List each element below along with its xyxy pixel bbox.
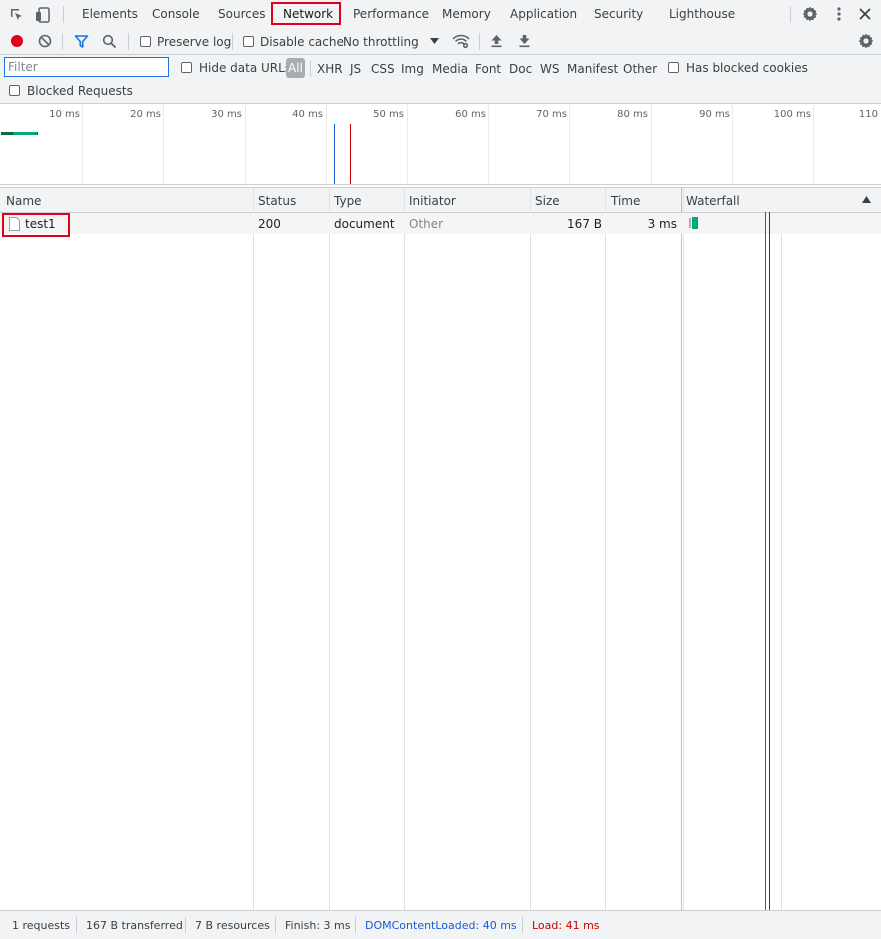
requests-table-header: Name Status Type Initiator Size Time Wat… <box>0 187 881 213</box>
overview-request-bar-wait <box>13 132 37 135</box>
tab-application[interactable]: Application <box>510 7 577 21</box>
waterfall-load-line <box>769 212 770 910</box>
network-summary-bar: 1 requests 167 B transferred 7 B resourc… <box>0 910 881 939</box>
kebab-menu-icon[interactable] <box>832 6 846 22</box>
waterfall-domcontentloaded-line <box>765 212 766 910</box>
column-header-status[interactable]: Status <box>258 194 296 208</box>
import-har-icon[interactable] <box>490 34 503 48</box>
tab-lighthouse[interactable]: Lighthouse <box>669 7 735 21</box>
column-header-initiator[interactable]: Initiator <box>409 194 456 208</box>
network-tab-highlight <box>271 2 341 25</box>
has-blocked-cookies-label: Has blocked cookies <box>686 61 808 75</box>
overview-tick: 110 <box>858 109 878 120</box>
column-header-waterfall[interactable]: Waterfall <box>686 194 740 208</box>
waterfall-bar-queue <box>689 218 691 228</box>
devtools-tab-bar: Elements Console Sources Network Perform… <box>0 0 881 30</box>
summary-transferred: 167 B transferred <box>86 919 183 932</box>
inspect-icon[interactable] <box>9 7 25 23</box>
settings-gear-icon[interactable] <box>802 6 818 22</box>
overview-tick: 50 ms <box>373 109 404 120</box>
overview-tick: 70 ms <box>536 109 567 120</box>
type-filter-all[interactable]: All <box>286 58 305 78</box>
network-toolbar: Preserve log Disable cache No throttling <box>0 29 881 55</box>
tab-sources[interactable]: Sources <box>218 7 265 21</box>
type-filter-manifest[interactable]: Manifest <box>567 62 618 76</box>
throttling-select[interactable]: No throttling <box>343 35 419 49</box>
overview-tick: 30 ms <box>211 109 242 120</box>
overview-tick: 80 ms <box>617 109 648 120</box>
request-type: document <box>334 217 395 231</box>
dropdown-arrow-icon[interactable] <box>430 38 439 44</box>
filter-bar: Hide data URLs All XHR JS CSS Img Media … <box>0 55 881 104</box>
close-icon[interactable] <box>858 7 872 21</box>
overview-tick: 100 ms <box>773 109 811 120</box>
type-filter-img[interactable]: Img <box>401 62 424 76</box>
disable-cache-checkbox[interactable] <box>243 36 254 47</box>
summary-domcontentloaded: DOMContentLoaded: 40 ms <box>365 919 517 932</box>
has-blocked-cookies-checkbox[interactable] <box>668 62 679 73</box>
filter-icon[interactable] <box>74 34 89 49</box>
tab-separator <box>63 6 64 23</box>
request-status: 200 <box>258 217 281 231</box>
type-filter-doc[interactable]: Doc <box>509 62 532 76</box>
network-settings-icon[interactable] <box>858 33 874 49</box>
tab-performance[interactable]: Performance <box>353 7 429 21</box>
timeline-overview[interactable]: 10 ms 20 ms 30 ms 40 ms 50 ms 60 ms 70 m… <box>0 104 881 185</box>
device-toggle-icon[interactable] <box>34 6 52 24</box>
type-filter-ws[interactable]: WS <box>540 62 559 76</box>
sort-asc-icon[interactable] <box>862 196 871 203</box>
overview-tick: 90 ms <box>699 109 730 120</box>
preserve-log-label: Preserve log <box>157 35 232 49</box>
type-filter-media[interactable]: Media <box>432 62 468 76</box>
request-size: 167 B <box>567 217 602 231</box>
summary-finish: Finish: 3 ms <box>285 919 351 932</box>
blocked-requests-label: Blocked Requests <box>27 84 133 98</box>
export-har-icon[interactable] <box>518 34 531 48</box>
type-filter-font[interactable]: Font <box>475 62 501 76</box>
tab-console[interactable]: Console <box>152 7 200 21</box>
blocked-requests-checkbox[interactable] <box>9 85 20 96</box>
overview-tick: 20 ms <box>130 109 161 120</box>
type-filter-other[interactable]: Other <box>623 62 657 76</box>
tab-memory[interactable]: Memory <box>442 7 491 21</box>
clear-icon[interactable] <box>38 34 52 48</box>
search-icon[interactable] <box>102 34 117 49</box>
hide-data-urls-label: Hide data URLs <box>199 61 292 75</box>
request-name-highlight <box>2 213 70 237</box>
column-header-time[interactable]: Time <box>611 194 640 208</box>
summary-requests: 1 requests <box>12 919 71 932</box>
hide-data-urls-checkbox[interactable] <box>181 62 192 73</box>
preserve-log-checkbox[interactable] <box>140 36 151 47</box>
column-header-size[interactable]: Size <box>535 194 560 208</box>
overview-tick: 60 ms <box>455 109 486 120</box>
overview-load-line <box>350 124 351 184</box>
tab-security[interactable]: Security <box>594 7 643 21</box>
tab-separator-right <box>790 6 791 23</box>
type-filter-css[interactable]: CSS <box>371 62 395 76</box>
type-filter-xhr[interactable]: XHR <box>317 62 343 76</box>
network-conditions-icon[interactable] <box>452 33 470 49</box>
table-row[interactable]: test1 200 document Other 167 B 3 ms <box>0 213 881 234</box>
overview-tick: 10 ms <box>49 109 80 120</box>
summary-resources: 7 B resources <box>195 919 270 932</box>
summary-load: Load: 41 ms <box>532 919 600 932</box>
type-filter-js[interactable]: JS <box>350 62 361 76</box>
column-header-type[interactable]: Type <box>334 194 362 208</box>
column-header-name[interactable]: Name <box>6 194 41 208</box>
tab-elements[interactable]: Elements <box>82 7 138 21</box>
filter-input[interactable] <box>4 57 169 77</box>
waterfall-bar-wait <box>692 217 698 229</box>
request-time: 3 ms <box>647 217 677 231</box>
overview-tick: 40 ms <box>292 109 323 120</box>
disable-cache-label: Disable cache <box>260 35 344 49</box>
request-initiator: Other <box>409 217 444 231</box>
record-icon[interactable] <box>10 34 24 48</box>
overview-domcontentloaded-line <box>334 124 335 184</box>
